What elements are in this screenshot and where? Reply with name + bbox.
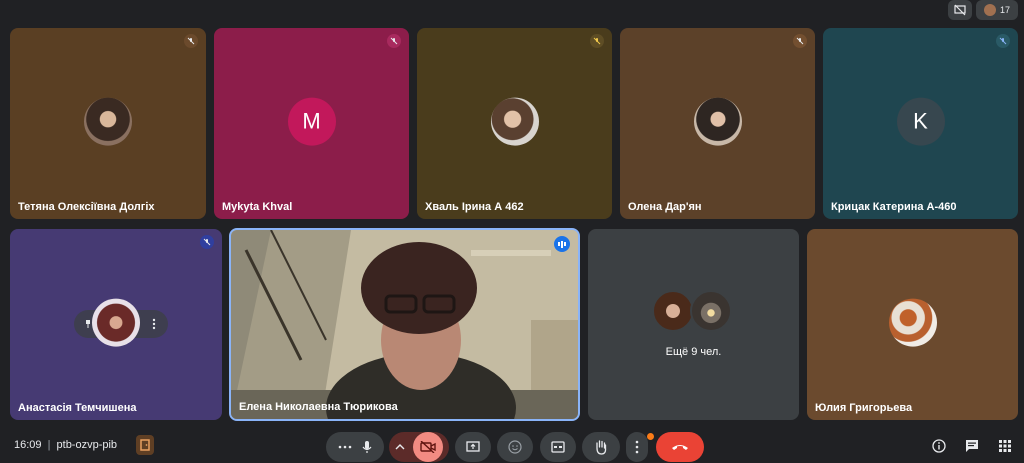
separator: | (47, 439, 51, 451)
more-options-button[interactable] (146, 316, 162, 332)
mic-icon (362, 441, 372, 453)
avatar (888, 298, 937, 347)
video-frame (231, 230, 578, 419)
activities-button[interactable] (996, 437, 1014, 455)
avatar (690, 290, 732, 332)
participant-tile[interactable]: Хваль Ірина А 462 (417, 28, 612, 219)
participant-tile[interactable]: Юлия Григорьева (807, 229, 1018, 420)
avatar: K (896, 97, 945, 146)
chat-icon (966, 440, 978, 452)
present-icon (466, 441, 480, 452)
participant-name: Mykyta Khval (222, 201, 293, 213)
mic-off-icon (387, 34, 401, 48)
avatar: M (287, 97, 336, 146)
chevron-up-icon (395, 444, 405, 450)
notification-dot (647, 433, 654, 440)
raise-hand-icon (596, 440, 607, 455)
camera-button-group[interactable] (389, 432, 449, 462)
mic-off-icon (184, 34, 198, 48)
more-vert-icon (152, 318, 156, 330)
participant-tile[interactable]: Анастасія Темчишена (10, 229, 222, 420)
chat-button[interactable] (963, 437, 981, 455)
info-icon (932, 439, 946, 453)
more-vert-icon (635, 440, 639, 454)
participant-tile[interactable]: Тетяна Олексіївна Долгіх (10, 28, 206, 219)
activities-icon (999, 440, 1011, 452)
more-participants-label: Ещё 9 чел. (665, 346, 722, 358)
mic-off-icon (590, 34, 604, 48)
participant-name: Олена Дар'ян (628, 201, 702, 213)
present-button[interactable] (455, 432, 491, 462)
meeting-info: 16:09 | ptb-ozvp-pib (14, 439, 117, 451)
meeting-time: 16:09 (14, 439, 42, 451)
participant-count: 17 (999, 5, 1010, 15)
emoji-button[interactable] (497, 432, 533, 462)
avatar (490, 97, 539, 146)
participant-name: Анастасія Темчишена (18, 402, 137, 414)
participant-name: Крицак Катерина А-460 (831, 201, 957, 213)
participant-name: Юлия Григорьева (815, 402, 913, 414)
participant-tile[interactable]: Олена Дар'ян (620, 28, 815, 219)
avatar (92, 298, 140, 347)
mic-off-icon (793, 34, 807, 48)
participant-tile[interactable]: K Крицак Катерина А-460 (823, 28, 1018, 219)
mic-off-icon (996, 34, 1010, 48)
camera-off-button[interactable] (413, 432, 443, 462)
meeting-details-button[interactable] (930, 437, 948, 455)
avatar (84, 97, 132, 146)
more-participants-tile[interactable]: Ещё 9 чел. (588, 229, 799, 420)
mic-off-icon (200, 235, 214, 249)
avatar (693, 97, 742, 146)
more-options-button[interactable] (626, 432, 648, 462)
more-icon (338, 445, 352, 449)
avatar-group (652, 290, 736, 334)
camera-off-icon (420, 441, 436, 453)
end-call-icon (672, 445, 688, 450)
door-icon (140, 439, 150, 451)
presentation-off-icon (954, 4, 966, 16)
captions-button[interactable] (540, 432, 576, 462)
end-call-button[interactable] (656, 432, 704, 462)
raise-hand-button[interactable] (582, 432, 620, 462)
participant-tile[interactable]: M Mykyta Khval (214, 28, 409, 219)
participants-avatars-icon (983, 4, 996, 16)
presentation-off-button[interactable] (948, 0, 972, 20)
participant-name: Елена Николаевна Тюрикова (239, 401, 398, 413)
bottom-bar: 16:09 | ptb-ozvp-pib (0, 427, 1024, 463)
mic-button-group[interactable] (326, 432, 384, 462)
active-speaker-video[interactable]: Елена Николаевна Тюрикова (229, 228, 580, 421)
avatar (652, 290, 694, 332)
captions-icon (551, 441, 565, 453)
participant-name: Тетяна Олексіївна Долгіх (18, 201, 155, 213)
top-bar: 17 (0, 0, 1024, 24)
participant-name: Хваль Ірина А 462 (425, 201, 524, 213)
door-button[interactable] (136, 435, 154, 455)
speaking-indicator-icon (554, 236, 570, 252)
meeting-code: ptb-ozvp-pib (56, 439, 118, 451)
emoji-icon (508, 440, 522, 454)
participants-button[interactable]: 17 (976, 0, 1018, 20)
